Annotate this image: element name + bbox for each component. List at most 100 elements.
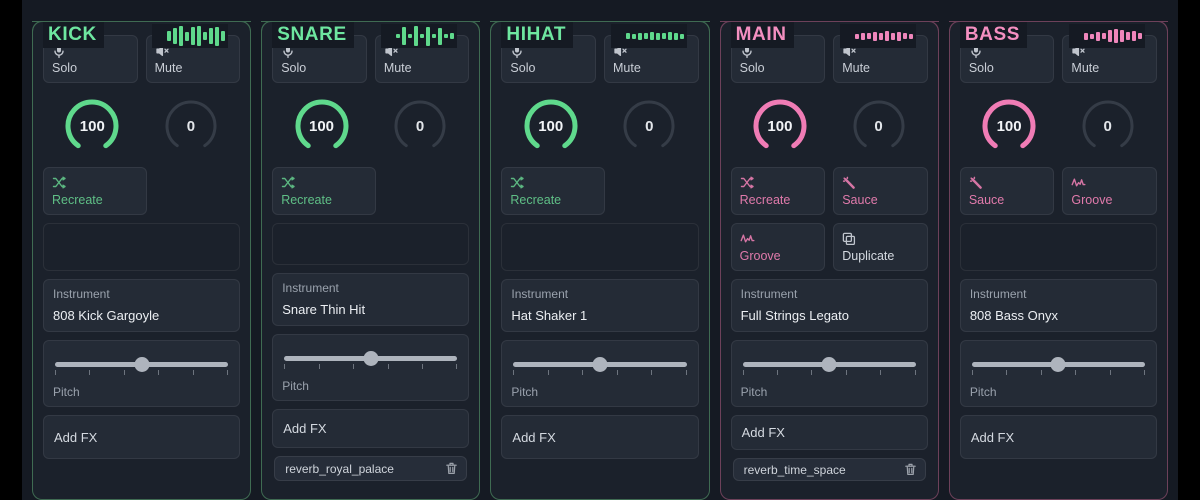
volume-knob[interactable]: 100 xyxy=(978,95,1040,157)
knob-row: 100 0 xyxy=(272,91,469,159)
knob-value: 0 xyxy=(186,117,196,135)
pan-knob[interactable]: 0 xyxy=(618,95,680,157)
track-waveform xyxy=(381,24,458,48)
pan-knob[interactable]: 0 xyxy=(160,95,222,157)
track-panel-bass: BASS Solo Mute 100 0 Sauce Groove Instru… xyxy=(948,21,1169,500)
volume-knob[interactable]: 100 xyxy=(520,95,582,157)
instrument-box[interactable]: Instrument Hat Shaker 1 xyxy=(501,279,699,332)
knob-value: 100 xyxy=(996,117,1022,135)
waveform-bar xyxy=(179,26,184,46)
knob-value: 100 xyxy=(308,117,335,135)
knob-value: 0 xyxy=(1103,117,1112,135)
waveform-bar xyxy=(890,32,895,40)
volume-knob[interactable]: 100 xyxy=(291,95,353,157)
pitch-caption: Pitch xyxy=(740,385,768,399)
action-button-recreate[interactable]: Recreate xyxy=(730,167,826,215)
instrument-name: Hat Shaker 1 xyxy=(511,308,588,323)
trash-icon[interactable] xyxy=(904,463,917,477)
track-title: SNARE xyxy=(272,22,354,48)
volume-knob[interactable]: 100 xyxy=(61,95,123,157)
track-panel-hihat: HIHAT Solo Mute 100 0 Recreate Instrumen… xyxy=(490,21,710,500)
instrument-name: 808 Bass Onyx xyxy=(969,308,1058,323)
action-button-recreate[interactable]: Recreate xyxy=(272,167,376,215)
pitch-slider[interactable] xyxy=(742,357,916,379)
waveform-bar xyxy=(673,32,678,40)
waveform-bar xyxy=(203,32,208,40)
instrument-box[interactable]: Instrument Snare Thin Hit xyxy=(272,273,470,327)
waveform-bar xyxy=(420,34,425,38)
action-button-sauce[interactable]: Sauce xyxy=(833,167,928,215)
add-fx-button[interactable]: Add FX xyxy=(501,415,699,459)
waveform-bar xyxy=(878,32,883,40)
action-button-duplicate[interactable]: Duplicate xyxy=(833,223,928,271)
action-button-recreate[interactable]: Recreate xyxy=(43,167,147,215)
waveform-bar xyxy=(902,33,907,39)
pitch-caption: Pitch xyxy=(969,385,997,399)
waveform-bar xyxy=(661,33,666,39)
slider-ticks xyxy=(284,364,458,370)
instrument-box[interactable]: Instrument Full Strings Legato xyxy=(730,279,928,332)
knob-row: 100 0 xyxy=(43,91,240,159)
waveform-bar xyxy=(1114,29,1119,43)
instrument-box[interactable]: Instrument 808 Bass Onyx xyxy=(959,279,1158,332)
slider-ticks xyxy=(55,370,229,376)
empty-action-slot xyxy=(959,223,1158,271)
waveform-bar xyxy=(1090,33,1095,39)
waveform-bar xyxy=(884,31,889,41)
track-panel-main: MAIN Solo Mute 100 0 Recreate Sauce Groo… xyxy=(719,21,939,500)
rail-corner-right xyxy=(697,21,710,36)
add-fx-button[interactable]: Add FX xyxy=(43,415,241,459)
action-button-sauce[interactable]: Sauce xyxy=(959,167,1055,215)
waveform-icon xyxy=(1071,176,1148,192)
instrument-caption: Instrument xyxy=(511,287,569,301)
track-waveform xyxy=(610,24,687,48)
pan-knob[interactable]: 0 xyxy=(1077,95,1139,157)
action-button-recreate[interactable]: Recreate xyxy=(501,167,606,215)
pitch-box: Pitch xyxy=(959,340,1158,407)
action-label: Groove xyxy=(1071,193,1113,207)
knob-value: 0 xyxy=(874,117,883,135)
instrument-caption: Instrument xyxy=(282,281,339,296)
action-button-groove[interactable]: Groove xyxy=(1062,167,1158,215)
add-fx-button[interactable]: Add FX xyxy=(959,415,1158,459)
solo-label: Solo xyxy=(281,61,307,75)
waveform-bar xyxy=(396,34,401,38)
fx-chip[interactable]: reverb_royal_palace xyxy=(274,456,468,481)
action-button-groove[interactable]: Groove xyxy=(730,223,826,271)
action-row: Sauce Groove xyxy=(959,167,1158,215)
pitch-caption: Pitch xyxy=(511,385,539,399)
pitch-slider[interactable] xyxy=(971,357,1146,379)
instrument-name: Full Strings Legato xyxy=(740,308,850,323)
volume-knob[interactable]: 100 xyxy=(749,95,811,157)
instrument-name: 808 Kick Gargoyle xyxy=(53,308,160,323)
pitch-slider[interactable] xyxy=(55,357,229,379)
waveform-bar xyxy=(402,27,407,45)
pitch-slider[interactable] xyxy=(513,357,687,379)
knob-value: 0 xyxy=(645,117,654,135)
waveform-bar xyxy=(1084,32,1089,40)
waveform-bar xyxy=(221,31,226,41)
waveform-bar xyxy=(1126,32,1131,40)
pan-knob[interactable]: 0 xyxy=(848,95,910,157)
mute-label: Mute xyxy=(383,61,412,75)
pitch-box: Pitch xyxy=(43,340,241,407)
pan-knob[interactable]: 0 xyxy=(389,95,451,157)
copy-icon xyxy=(842,232,919,248)
trash-icon[interactable] xyxy=(445,462,458,476)
add-fx-button[interactable]: Add FX xyxy=(272,409,470,449)
waveform-bar xyxy=(1138,33,1143,39)
waveform-bar xyxy=(432,34,437,38)
fx-chip[interactable]: reverb_time_space xyxy=(732,458,926,481)
mute-label: Mute xyxy=(613,61,641,75)
rail-corner-right xyxy=(1156,21,1169,36)
pitch-slider[interactable] xyxy=(284,351,458,373)
action-label: Duplicate xyxy=(842,249,895,263)
empty-action-slot xyxy=(272,223,470,266)
track-panel-kick: KICK Solo Mute 100 0 Recreate Instrument xyxy=(32,21,252,500)
waveform-bar xyxy=(649,32,654,40)
action-label: Sauce xyxy=(968,193,1005,207)
action-label: Sauce xyxy=(842,193,878,207)
add-fx-button[interactable]: Add FX xyxy=(730,415,928,451)
instrument-box[interactable]: Instrument 808 Kick Gargoyle xyxy=(43,279,241,332)
slider-ticks xyxy=(971,370,1145,376)
